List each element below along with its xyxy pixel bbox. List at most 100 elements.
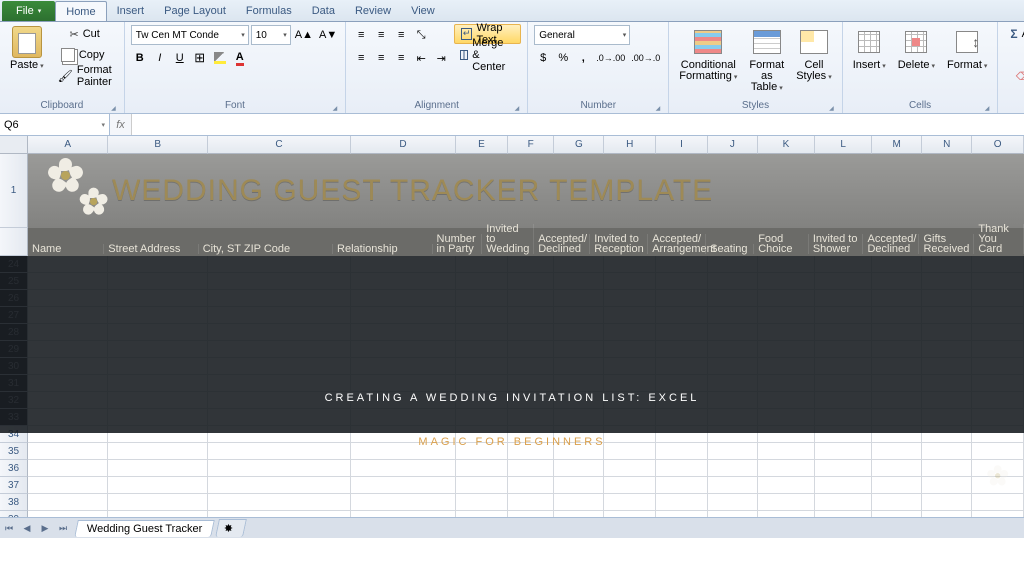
cell[interactable] bbox=[815, 392, 872, 409]
autosum-button[interactable]: AutoSum bbox=[1004, 24, 1024, 44]
cell[interactable] bbox=[972, 324, 1024, 341]
row-header-38[interactable]: 38 bbox=[0, 494, 28, 511]
cell[interactable] bbox=[456, 256, 508, 273]
cell[interactable] bbox=[872, 375, 922, 392]
cell[interactable] bbox=[604, 307, 656, 324]
row-header-34[interactable]: 34 bbox=[0, 426, 28, 443]
cell[interactable] bbox=[456, 392, 508, 409]
cell[interactable] bbox=[554, 273, 604, 290]
cell[interactable] bbox=[708, 477, 758, 494]
cell[interactable] bbox=[351, 460, 456, 477]
cell[interactable] bbox=[604, 460, 656, 477]
cell[interactable] bbox=[656, 324, 708, 341]
cell[interactable] bbox=[508, 256, 554, 273]
cell[interactable] bbox=[815, 494, 872, 511]
cell[interactable] bbox=[872, 324, 922, 341]
cell[interactable] bbox=[208, 460, 351, 477]
cell[interactable] bbox=[554, 392, 604, 409]
cell[interactable] bbox=[758, 341, 815, 358]
cell[interactable] bbox=[351, 307, 456, 324]
cell[interactable] bbox=[656, 494, 708, 511]
italic-button[interactable]: I bbox=[151, 48, 169, 68]
cell[interactable] bbox=[108, 307, 208, 324]
fill-color-button[interactable] bbox=[211, 48, 229, 68]
cell[interactable] bbox=[108, 273, 208, 290]
row-header-36[interactable]: 36 bbox=[0, 460, 28, 477]
cell[interactable] bbox=[922, 460, 972, 477]
cell[interactable] bbox=[351, 392, 456, 409]
comma-button[interactable]: , bbox=[574, 48, 592, 68]
fx-button[interactable]: fx bbox=[110, 114, 132, 135]
cell[interactable] bbox=[922, 273, 972, 290]
cell[interactable] bbox=[351, 426, 456, 443]
cell[interactable] bbox=[554, 307, 604, 324]
cell[interactable] bbox=[604, 494, 656, 511]
align-right-button[interactable]: ≡ bbox=[392, 48, 410, 68]
cell[interactable] bbox=[656, 358, 708, 375]
cell[interactable] bbox=[815, 409, 872, 426]
cell[interactable] bbox=[922, 256, 972, 273]
cell[interactable] bbox=[872, 273, 922, 290]
cell[interactable] bbox=[554, 426, 604, 443]
col-header-C[interactable]: C bbox=[208, 136, 351, 154]
col-header-B[interactable]: B bbox=[108, 136, 208, 154]
cell[interactable] bbox=[456, 443, 508, 460]
cell[interactable] bbox=[708, 290, 758, 307]
cell[interactable] bbox=[508, 392, 554, 409]
col-header-L[interactable]: L bbox=[815, 136, 872, 154]
cell[interactable] bbox=[351, 443, 456, 460]
cell[interactable] bbox=[456, 290, 508, 307]
cell[interactable] bbox=[208, 256, 351, 273]
cell[interactable] bbox=[972, 392, 1024, 409]
cell[interactable] bbox=[922, 494, 972, 511]
cell[interactable] bbox=[604, 358, 656, 375]
row-header-37[interactable]: 37 bbox=[0, 477, 28, 494]
cell[interactable] bbox=[656, 375, 708, 392]
shrink-font-button[interactable]: A▼ bbox=[317, 25, 339, 45]
cell[interactable] bbox=[656, 477, 708, 494]
cell[interactable] bbox=[708, 256, 758, 273]
grow-font-button[interactable]: A▲ bbox=[293, 25, 315, 45]
format-painter-button[interactable]: Format Painter bbox=[52, 66, 118, 86]
cell[interactable] bbox=[922, 290, 972, 307]
row-header-24[interactable]: 24 bbox=[0, 256, 28, 273]
row-header-33[interactable]: 33 bbox=[0, 409, 28, 426]
col-header-H[interactable]: H bbox=[604, 136, 656, 154]
cell[interactable] bbox=[815, 460, 872, 477]
cell[interactable] bbox=[922, 392, 972, 409]
row-header-29[interactable]: 29 bbox=[0, 341, 28, 358]
cell[interactable] bbox=[554, 324, 604, 341]
cell[interactable] bbox=[456, 273, 508, 290]
cell[interactable] bbox=[456, 324, 508, 341]
cell[interactable] bbox=[656, 426, 708, 443]
cell[interactable] bbox=[708, 443, 758, 460]
cell[interactable] bbox=[351, 358, 456, 375]
cell[interactable] bbox=[208, 443, 351, 460]
bold-button[interactable]: B bbox=[131, 48, 149, 68]
cell[interactable] bbox=[922, 375, 972, 392]
cell[interactable] bbox=[922, 443, 972, 460]
col-header-N[interactable]: N bbox=[922, 136, 972, 154]
cell[interactable] bbox=[758, 443, 815, 460]
fill-button[interactable]: Fill bbox=[1004, 45, 1024, 65]
cell[interactable] bbox=[554, 341, 604, 358]
cell[interactable] bbox=[208, 494, 351, 511]
cell[interactable] bbox=[456, 477, 508, 494]
font-color-button[interactable]: A bbox=[231, 48, 249, 68]
cell[interactable] bbox=[872, 494, 922, 511]
cell[interactable] bbox=[872, 409, 922, 426]
cell[interactable] bbox=[208, 341, 351, 358]
cell[interactable] bbox=[108, 375, 208, 392]
font-size-select[interactable]: 10 bbox=[251, 25, 291, 45]
row-header-2[interactable] bbox=[0, 228, 28, 256]
cell[interactable] bbox=[815, 477, 872, 494]
cell[interactable] bbox=[28, 375, 108, 392]
format-cells-button[interactable]: Format bbox=[943, 24, 991, 74]
cell[interactable] bbox=[604, 392, 656, 409]
cell[interactable] bbox=[708, 324, 758, 341]
cell[interactable] bbox=[508, 290, 554, 307]
cell[interactable] bbox=[456, 341, 508, 358]
align-center-button[interactable]: ≡ bbox=[372, 48, 390, 68]
cell[interactable] bbox=[872, 392, 922, 409]
delete-cells-button[interactable]: Delete bbox=[894, 24, 939, 74]
